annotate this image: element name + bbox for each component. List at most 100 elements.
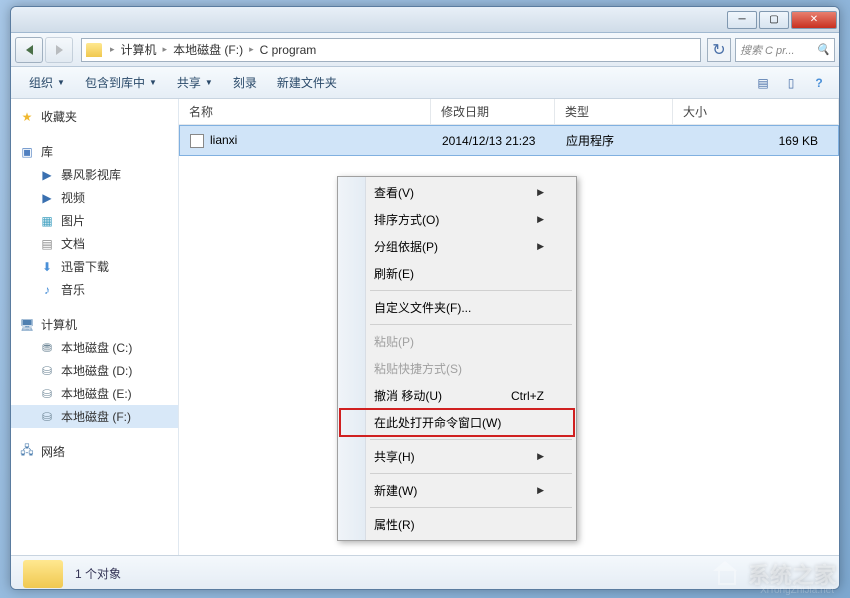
breadcrumb-drive-f[interactable]: 本地磁盘 (F:)	[169, 41, 247, 58]
close-button[interactable]: ✕	[791, 11, 837, 29]
sidebar-computer[interactable]: 🖥计算机	[11, 313, 178, 336]
breadcrumb-folder[interactable]: C program	[256, 43, 321, 57]
ctx-undo-move[interactable]: 撤消 移动(U)Ctrl+Z	[340, 382, 574, 409]
ctx-open-cmd-here[interactable]: 在此处打开命令窗口(W)	[340, 409, 574, 436]
chevron-right-icon: ▸	[110, 44, 115, 55]
sidebar-item-music[interactable]: ♪音乐	[11, 278, 178, 301]
ctx-group[interactable]: 分组依据(P)▶	[340, 233, 574, 260]
context-menu-separator	[370, 507, 572, 508]
music-icon: ♪	[39, 282, 55, 298]
column-name[interactable]: 名称	[179, 99, 431, 124]
context-menu-separator	[370, 324, 572, 325]
ctx-shortcut: Ctrl+Z	[511, 389, 544, 403]
context-menu-separator	[370, 439, 572, 440]
ctx-sort[interactable]: 排序方式(O)▶	[340, 206, 574, 233]
chevron-down-icon: ▼	[149, 78, 157, 87]
preview-icon: ▯	[788, 76, 795, 90]
exe-icon	[190, 134, 204, 148]
share-button[interactable]: 共享▼	[167, 70, 223, 95]
ctx-customize-folder[interactable]: 自定义文件夹(F)...	[340, 294, 574, 321]
include-in-library-button[interactable]: 包含到库中▼	[75, 70, 167, 95]
organize-button[interactable]: 组织▼	[19, 70, 75, 95]
chevron-down-icon: ▼	[57, 78, 65, 87]
file-name: lianxi	[210, 133, 237, 147]
ctx-new[interactable]: 新建(W)▶	[340, 477, 574, 504]
help-button[interactable]: ?	[807, 71, 831, 95]
sidebar-item-xunlei[interactable]: ⬇迅雷下载	[11, 255, 178, 278]
video-icon: ▶	[39, 167, 55, 183]
sidebar-item-documents[interactable]: ▤文档	[11, 232, 178, 255]
chevron-down-icon: ▼	[205, 78, 213, 87]
sidebar-item-drive-e[interactable]: ⛁本地磁盘 (E:)	[11, 382, 178, 405]
view-options-button[interactable]: ▤	[751, 71, 775, 95]
refresh-icon: ↻	[712, 40, 725, 60]
submenu-arrow-icon: ▶	[537, 451, 544, 462]
house-icon	[710, 561, 740, 587]
sidebar-item-baofeng[interactable]: ▶暴风影视库	[11, 163, 178, 186]
pictures-icon: ▦	[39, 213, 55, 229]
folder-icon	[86, 43, 102, 57]
navigation-bar: ▸ 计算机 ▸ 本地磁盘 (F:) ▸ C program ↻ 搜索 C pr.…	[11, 33, 839, 67]
document-icon: ▤	[39, 236, 55, 252]
file-row[interactable]: lianxi 2014/12/13 21:23 应用程序 169 KB	[179, 125, 839, 156]
ctx-view[interactable]: 查看(V)▶	[340, 179, 574, 206]
search-input[interactable]: 搜索 C pr... 🔍	[735, 38, 835, 62]
ctx-share-with[interactable]: 共享(H)▶	[340, 443, 574, 470]
computer-icon: 🖥	[19, 317, 35, 333]
file-size: 169 KB	[674, 132, 838, 150]
sidebar-item-drive-c[interactable]: ⛃本地磁盘 (C:)	[11, 336, 178, 359]
refresh-button[interactable]: ↻	[707, 38, 731, 62]
network-icon: 🖧	[19, 444, 35, 460]
titlebar: ─ ▢ ✕	[11, 7, 839, 33]
chevron-right-icon: ▸	[163, 44, 168, 55]
arrow-right-icon	[56, 45, 63, 55]
column-modified[interactable]: 修改日期	[431, 99, 555, 124]
file-type: 应用程序	[556, 130, 674, 151]
submenu-arrow-icon: ▶	[537, 187, 544, 198]
sidebar-item-drive-d[interactable]: ⛁本地磁盘 (D:)	[11, 359, 178, 382]
status-count: 1 个对象	[75, 565, 121, 582]
address-bar[interactable]: ▸ 计算机 ▸ 本地磁盘 (F:) ▸ C program	[81, 38, 701, 62]
drive-icon: ⛁	[39, 409, 55, 425]
column-size[interactable]: 大小	[673, 99, 839, 124]
close-icon: ✕	[810, 14, 818, 25]
context-menu-separator	[370, 290, 572, 291]
context-menu: 查看(V)▶ 排序方式(O)▶ 分组依据(P)▶ 刷新(E) 自定义文件夹(F)…	[337, 176, 577, 541]
ctx-properties[interactable]: 属性(R)	[340, 511, 574, 538]
new-folder-button[interactable]: 新建文件夹	[267, 70, 347, 95]
libraries-icon: ▣	[19, 144, 35, 160]
minimize-button[interactable]: ─	[727, 11, 757, 29]
video-icon: ▶	[39, 190, 55, 206]
drive-icon: ⛃	[39, 340, 55, 356]
star-icon: ★	[19, 109, 35, 125]
sidebar-item-drive-f[interactable]: ⛁本地磁盘 (F:)	[11, 405, 178, 428]
ctx-paste: 粘贴(P)	[340, 328, 574, 355]
context-menu-separator	[370, 473, 572, 474]
ctx-refresh[interactable]: 刷新(E)	[340, 260, 574, 287]
arrow-left-icon	[26, 45, 33, 55]
column-type[interactable]: 类型	[555, 99, 673, 124]
chevron-right-icon: ▸	[249, 44, 254, 55]
preview-pane-button[interactable]: ▯	[779, 71, 803, 95]
ctx-paste-shortcut: 粘贴快捷方式(S)	[340, 355, 574, 382]
back-button[interactable]	[15, 37, 43, 63]
sidebar-item-pictures[interactable]: ▦图片	[11, 209, 178, 232]
sidebar-network[interactable]: 🖧网络	[11, 440, 178, 463]
column-headers: 名称 修改日期 类型 大小	[179, 99, 839, 125]
view-icon: ▤	[757, 76, 768, 90]
submenu-arrow-icon: ▶	[537, 214, 544, 225]
search-icon: 🔍	[816, 43, 830, 56]
forward-button[interactable]	[45, 37, 73, 63]
download-icon: ⬇	[39, 259, 55, 275]
maximize-icon: ▢	[769, 14, 778, 25]
minimize-icon: ─	[738, 14, 745, 25]
sidebar-libraries[interactable]: ▣库	[11, 140, 178, 163]
breadcrumb-computer[interactable]: 计算机	[117, 41, 161, 58]
maximize-button[interactable]: ▢	[759, 11, 789, 29]
sidebar-item-videos[interactable]: ▶视频	[11, 186, 178, 209]
search-placeholder: 搜索 C pr...	[740, 42, 795, 58]
burn-button[interactable]: 刻录	[223, 70, 267, 95]
navigation-sidebar: ★收藏夹 ▣库 ▶暴风影视库 ▶视频 ▦图片 ▤文档 ⬇迅雷下载 ♪音乐 🖥计算…	[11, 99, 179, 555]
submenu-arrow-icon: ▶	[537, 241, 544, 252]
sidebar-favorites[interactable]: ★收藏夹	[11, 105, 178, 128]
